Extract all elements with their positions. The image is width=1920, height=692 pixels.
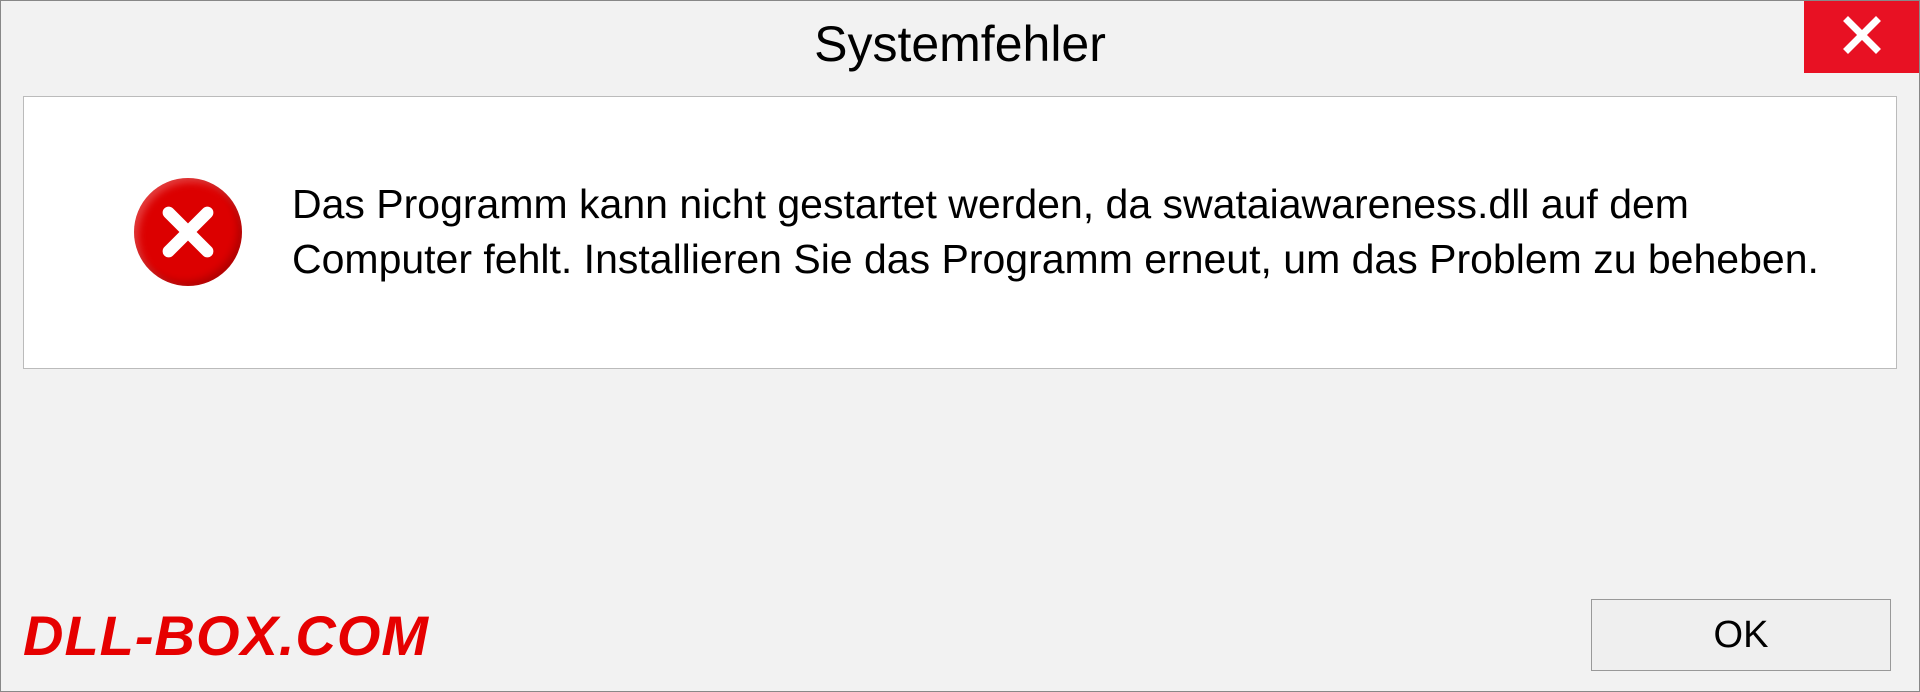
- close-button[interactable]: [1804, 1, 1919, 73]
- footer: DLL-BOX.COM OK: [1, 599, 1919, 671]
- error-icon: [134, 178, 242, 286]
- titlebar: Systemfehler: [1, 1, 1919, 86]
- ok-button[interactable]: OK: [1591, 599, 1891, 671]
- error-message: Das Programm kann nicht gestartet werden…: [292, 177, 1836, 288]
- message-panel: Das Programm kann nicht gestartet werden…: [23, 96, 1897, 369]
- close-icon: [1841, 14, 1883, 61]
- dialog-title: Systemfehler: [814, 15, 1106, 73]
- watermark-text: DLL-BOX.COM: [23, 603, 429, 668]
